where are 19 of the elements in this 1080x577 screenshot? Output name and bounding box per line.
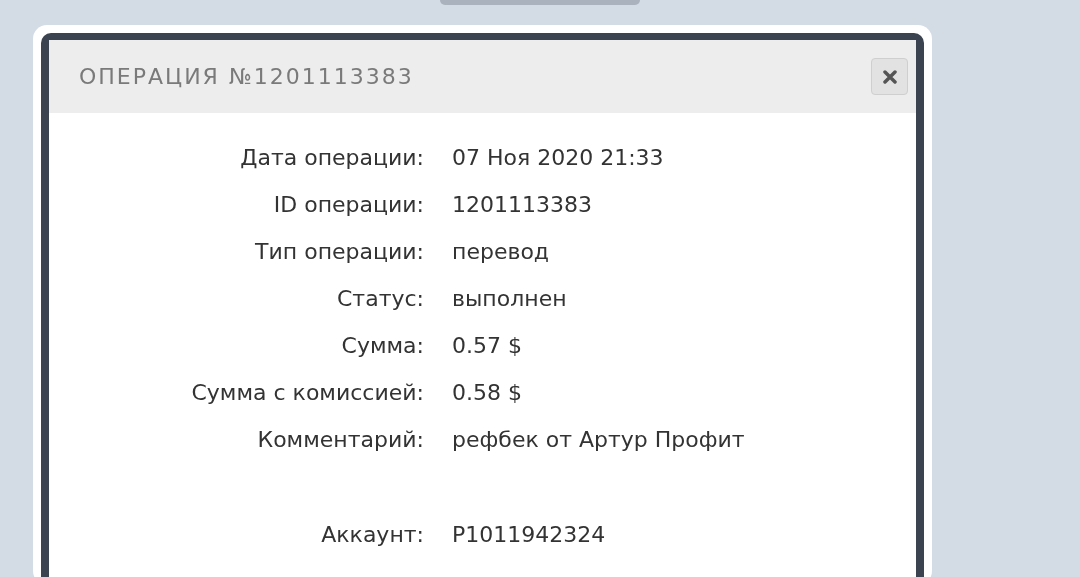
field-label: Тип операции:: [254, 238, 425, 266]
field-value: 0.58 $: [452, 379, 522, 407]
field-label: Комментарий:: [256, 426, 425, 454]
field-value: выполнен: [452, 285, 567, 313]
dialog-title: ОПЕРАЦИЯ №1201113383: [79, 63, 414, 91]
field-label: Статус:: [336, 285, 425, 313]
field-value: 1201113383: [452, 191, 592, 219]
close-button[interactable]: [871, 58, 908, 95]
field-label: ID операции:: [272, 191, 425, 219]
field-label: Сумма:: [340, 332, 425, 360]
field-value: перевод: [452, 238, 550, 266]
field-label: Дата операции:: [239, 144, 425, 172]
field-value: рефбек от Артур Профит: [452, 426, 745, 454]
field-label: Сумма с комиссией:: [190, 379, 425, 407]
field-label: Аккаунт:: [320, 521, 425, 549]
field-value: 07 Ноя 2020 21:33: [452, 144, 664, 172]
field-value: 0.57 $: [452, 332, 522, 360]
close-icon: [882, 69, 897, 84]
field-value: P1011942324: [452, 521, 606, 549]
